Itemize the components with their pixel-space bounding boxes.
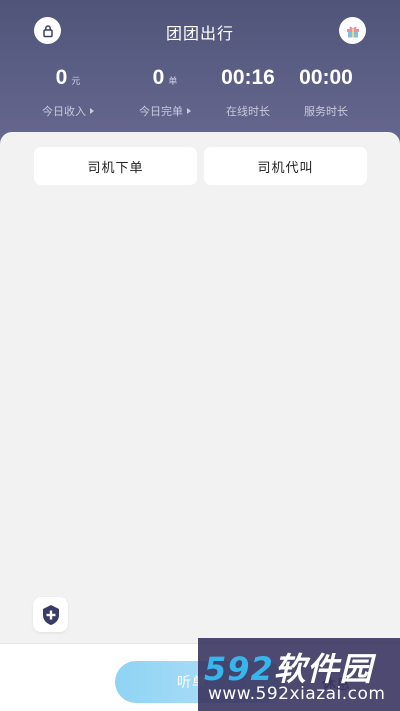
shield-plus-icon bbox=[42, 604, 59, 625]
stat-income[interactable]: 0 元 今日收入 bbox=[18, 66, 118, 119]
stat-value: 00:00 bbox=[299, 66, 353, 89]
arrow-right-icon bbox=[187, 108, 191, 114]
main-panel: 司机下单 司机代叫 bbox=[0, 132, 400, 643]
stat-label: 今日收入 bbox=[42, 105, 86, 118]
stat-service-time: 00:00 服务时长 bbox=[276, 66, 376, 119]
stat-unit: 元 bbox=[71, 77, 81, 87]
stat-value: 0 bbox=[152, 66, 165, 89]
arrow-right-icon bbox=[90, 108, 94, 114]
watermark-url: www.592xiazai.com bbox=[208, 684, 386, 704]
stat-label: 今日完单 bbox=[139, 105, 183, 118]
stats-row: 0 元 今日收入 0 单 今日完单 00:16 在线时长 00:00 服务时长 bbox=[0, 66, 400, 126]
stat-label: 在线时长 bbox=[226, 105, 270, 118]
watermark-brand-text: 软件园 bbox=[273, 650, 373, 688]
gift-button[interactable] bbox=[339, 17, 366, 44]
stat-value: 00:16 bbox=[221, 66, 275, 89]
stat-value: 0 bbox=[55, 66, 68, 89]
safety-button[interactable] bbox=[33, 597, 68, 632]
gift-icon bbox=[346, 26, 359, 37]
driver-order-button[interactable]: 司机下单 bbox=[34, 147, 197, 185]
stat-label: 服务时长 bbox=[304, 105, 348, 118]
top-header: 团团出行 0 元 今日收入 0 单 今日完单 00:16 在线时长 00:00 … bbox=[0, 0, 400, 150]
stat-unit: 单 bbox=[168, 77, 178, 87]
watermark: 592软件园 www.592xiazai.com bbox=[198, 638, 400, 711]
driver-call-button[interactable]: 司机代叫 bbox=[204, 147, 367, 185]
watermark-brand-number: 592 bbox=[204, 650, 274, 688]
